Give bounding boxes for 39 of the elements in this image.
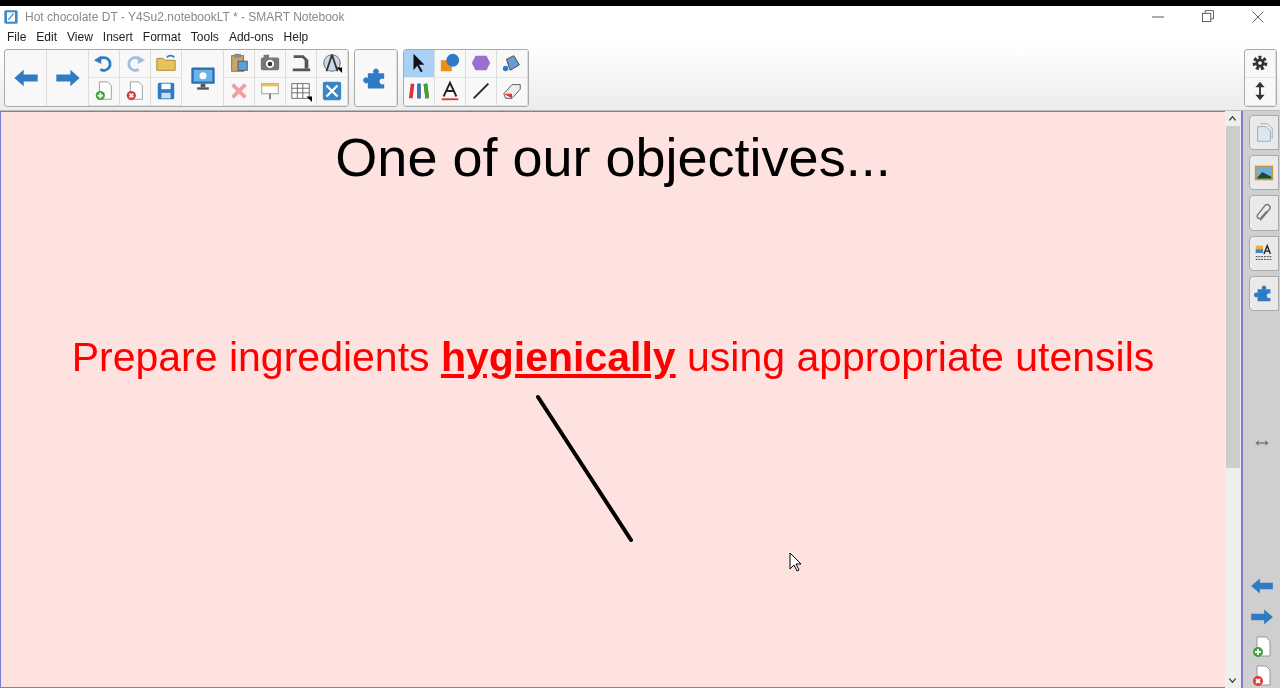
paste-icon [228,52,250,74]
menu-item[interactable]: View [62,29,98,44]
save-icon [155,80,177,102]
toolbar-button[interactable] [317,49,348,78]
toolbar-button[interactable] [286,49,317,78]
menu-item[interactable]: Add-ons [223,29,279,44]
menu-item[interactable]: File [2,29,32,44]
table-icon [290,80,312,102]
tool-button[interactable] [466,77,497,106]
window-title: Hot chocolate DT - Y4Su2.notebookLT * - SMART Notebook [25,10,345,24]
document-camera-icon [290,52,312,74]
toolbar-button[interactable] [1245,49,1276,78]
add-page-icon [93,80,115,102]
sidebar-tab[interactable] [1248,275,1279,312]
line-icon [470,80,492,102]
sidebar-tab[interactable] [1248,195,1279,231]
full-screen-icon [321,80,343,102]
objective-text: Prepare ingredients hygienically using appropriate utensils [70,334,1156,381]
tool-button[interactable] [435,77,466,106]
scrollbar-thumb[interactable] [1226,126,1240,468]
menu-item[interactable]: Tools [185,29,224,44]
shapes-icon [439,52,461,74]
delete-page-icon [124,80,146,102]
compass-icon [321,52,343,74]
menu-item[interactable]: Edit [31,29,63,44]
menu-item[interactable]: Insert [97,29,138,44]
app-icon [3,9,19,25]
sidebar-tab[interactable] [1248,155,1279,191]
screen-shade-icon [259,80,281,102]
mouse-cursor-icon [789,552,803,572]
text-icon [439,80,461,102]
minimize-icon [1152,16,1164,18]
sidebar-tab[interactable] [1248,235,1279,271]
menu-item[interactable]: Format [137,29,186,44]
folder-icon [155,52,177,74]
toolbar-button[interactable] [1245,77,1276,106]
tool-button[interactable] [404,49,435,78]
slide-title: One of our objectives... [334,126,892,188]
menu-item[interactable]: Help [278,29,314,44]
